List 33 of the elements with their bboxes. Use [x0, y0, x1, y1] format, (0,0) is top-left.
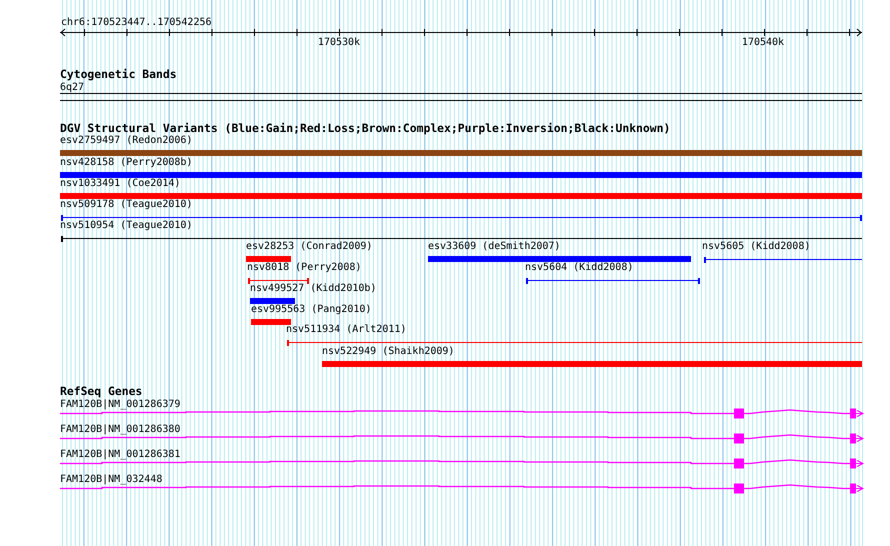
variant-label: nsv5605 (Kidd2008): [702, 241, 810, 252]
region-label: chr6:170523447..170542256: [61, 17, 212, 28]
variant-label: nsv511934 (Arlt2011): [286, 324, 406, 335]
variant-label: nsv499527 (Kidd2010b): [250, 283, 376, 294]
tick-label: 170530k: [318, 37, 360, 48]
variant-span[interactable]: [60, 215, 862, 221]
variant-label: nsv509178 (Teague2010): [60, 199, 192, 210]
variant-label: nsv510954 (Teague2010): [60, 220, 192, 231]
band-label: 6q27: [60, 82, 84, 93]
variant-label: nsv5604 (Kidd2008): [525, 262, 634, 273]
gene-model-drawing[interactable]: [60, 434, 864, 444]
gene-model-drawing[interactable]: [60, 484, 864, 494]
variant-label: esv2759497 (Redon2006): [60, 135, 192, 146]
variant-label: esv33609 (deSmith2007): [428, 241, 560, 252]
variant-label: esv995563 (Pang2010): [251, 304, 372, 315]
gene-label: FAM120B|NM_001286381: [60, 449, 180, 460]
variant-label: nsv8018 (Perry2008): [247, 262, 362, 273]
variant-span[interactable]: [704, 257, 862, 263]
gene-model-drawing[interactable]: [60, 408, 864, 418]
gene-label: FAM120B|NM_032448: [60, 474, 162, 485]
tick-label: 170540k: [742, 37, 784, 48]
track-title: RefSeq Genes: [60, 384, 142, 398]
track-title: Cytogenetic Bands: [60, 67, 177, 81]
variant-span[interactable]: [526, 278, 700, 284]
variant-label: nsv522949 (Shaikh2009): [322, 346, 454, 357]
variant-span[interactable]: [60, 236, 862, 242]
variant-label: nsv1033491 (Coe2014): [60, 178, 180, 189]
gene-model-drawing[interactable]: [60, 458, 864, 468]
variant-label: esv28253 (Conrad2009): [246, 241, 372, 252]
variant-label: nsv428158 (Perry2008b): [60, 157, 192, 168]
track-title: DGV Structural Variants (Blue:Gain;Red:Loss;Brown:Complex;Purple:Inversion;Black:Unknown): [60, 121, 670, 135]
gene-label: FAM120B|NM_001286380: [60, 424, 180, 435]
gene-label: FAM120B|NM_001286379: [60, 399, 180, 410]
